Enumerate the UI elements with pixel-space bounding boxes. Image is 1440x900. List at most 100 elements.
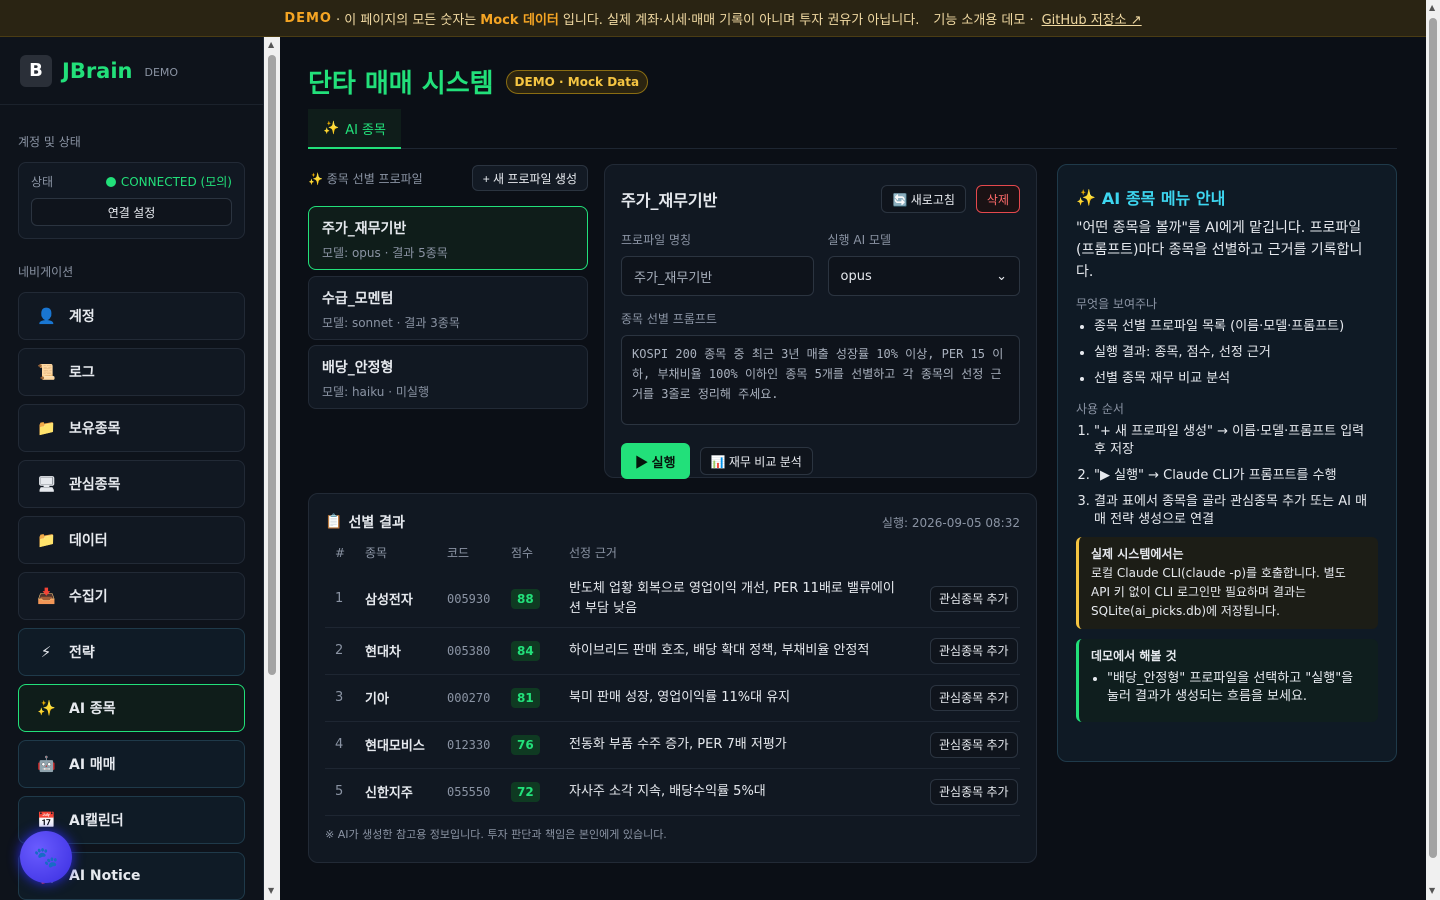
guide-what-list: 종목 선별 프로파일 목록 (이름·모델·프롬프트) 실행 결과: 종목, 점수… <box>1076 318 1378 388</box>
profile-item[interactable]: 수급_모멘텀 모델: sonnet · 결과 3종목 <box>308 276 588 340</box>
tab-ai-picks[interactable]: ✨ AI 종목 <box>308 109 401 149</box>
refresh-button[interactable]: 🔄 새로고침 <box>881 185 966 213</box>
table-row: 5 신한지주 055550 72 자사주 소각 지속, 배당수익률 5%대 관심… <box>325 768 1020 816</box>
editor-title: 주가_재무기반 <box>621 191 718 210</box>
list-item: "+ 새 프로파일 생성" → 이름·모델·프롬프트 입력 후 저장 <box>1094 423 1378 459</box>
run-button[interactable]: ▶ 실행 <box>621 443 690 479</box>
run-timestamp: 실행: 2026-09-05 08:32 <box>881 515 1020 530</box>
list-item: 종목 선별 프로파일 목록 (이름·모델·프롬프트) <box>1094 318 1378 336</box>
tab-bar: ✨ AI 종목 <box>308 109 1397 149</box>
add-watchlist-button[interactable]: 관심종목 추가 <box>930 684 1018 711</box>
real-system-note: 실제 시스템에서는 로컬 Claude CLI(claude -p)를 호출합니… <box>1076 537 1378 629</box>
col-header: 점수 <box>511 546 534 560</box>
profile-item[interactable]: 주가_재무기반 모델: opus · 결과 5종목 <box>308 206 588 270</box>
sidebar-item-log[interactable]: 📜 로그 <box>18 348 245 396</box>
delete-button[interactable]: 삭제 <box>975 185 1020 213</box>
list-item: 실행 결과: 종목, 점수, 선정 근거 <box>1094 344 1378 362</box>
guide-intro: "어떤 종목을 볼까"를 AI에게 맡깁니다. 프로파일(프롬프트)마다 종목을… <box>1076 220 1363 280</box>
score-badge: 81 <box>511 687 540 708</box>
add-watchlist-button[interactable]: 관심종목 추가 <box>930 637 1018 664</box>
score-badge: 88 <box>511 588 540 609</box>
sidebar-item-holdings[interactable]: 📁 보유종목 <box>18 404 245 452</box>
clipboard-icon: 📋 <box>325 514 343 530</box>
model-label: 실행 AI 모델 <box>827 233 892 247</box>
page-scrollbar[interactable]: ▲ ▼ <box>1426 0 1440 900</box>
list-item: "▶ 실행" → Claude CLI가 프롬프트를 수행 <box>1094 467 1378 485</box>
new-profile-button[interactable]: + 새 프로파일 생성 <box>471 165 588 191</box>
demo-badge: DEMO · Mock Data <box>505 69 649 94</box>
model-select[interactable]: opus ⌄ <box>827 256 1020 296</box>
sidebar-item-data[interactable]: 📁 데이터 <box>18 516 245 564</box>
sidebar-item-ai-picks[interactable]: ✨ AI 종목 <box>18 684 245 732</box>
banner-mock: Mock 데이터 <box>480 12 559 28</box>
disclaimer-note: ※ AI가 생성한 참고용 정보입니다. 투자 판단과 책임은 본인에게 있습니… <box>325 827 667 841</box>
folder-icon: 📁 <box>37 531 56 549</box>
guide-panel: ✨ AI 종목 메뉴 안내 "어떤 종목을 볼까"를 AI에게 맡깁니다. 프로파… <box>1057 164 1397 762</box>
demo-banner: DEMO · 이 페이지의 모든 숫자는 Mock 데이터 입니다. 실제 계좌… <box>0 0 1426 37</box>
status-card: 상태 CONNECTED (모의) 연결 설정 <box>18 162 245 239</box>
brand-logo: B <box>20 54 52 87</box>
scroll-up-icon[interactable]: ▲ <box>1429 3 1435 12</box>
add-watchlist-button[interactable]: 관심종목 추가 <box>930 778 1018 805</box>
section-label-nav: 네비게이션 <box>18 265 74 279</box>
profile-item[interactable]: 배당_안정형 모델: haiku · 미실행 <box>308 345 588 409</box>
folder-icon: 📁 <box>37 419 56 437</box>
table-row: 4 현대모비스 012330 76 전동화 부품 수주 증가, PER 7배 저… <box>325 721 1020 769</box>
guide-title: ✨ AI 종목 메뉴 안내 <box>1076 187 1226 209</box>
financial-compare-button[interactable]: 📊 재무 비교 분석 <box>699 447 813 475</box>
sidebar-item-ai-trading[interactable]: 🤖 AI 매매 <box>18 740 245 788</box>
sidebar-item-collector[interactable]: 📥 수집기 <box>18 572 245 620</box>
sparkles-icon: ✨ <box>37 699 56 717</box>
play-icon: ▶ <box>635 454 649 470</box>
profile-name-input[interactable]: 주가_재무기반 <box>621 256 814 296</box>
profiles-label: ✨ 종목 선별 프로파일 <box>308 171 423 186</box>
robot-icon: 🤖 <box>37 755 56 773</box>
inbox-icon: 📥 <box>37 587 56 605</box>
assistant-fab-button[interactable]: 🐾 <box>20 831 72 883</box>
scroll-down-icon[interactable]: ▼ <box>268 886 274 895</box>
col-header: # <box>335 545 346 560</box>
add-watchlist-button[interactable]: 관심종목 추가 <box>930 731 1018 758</box>
sparkles-icon: ✨ <box>1076 187 1096 207</box>
table-row: 1 삼성전자 005930 88 반도체 업황 회복으로 영업이익 개선, PE… <box>325 571 1020 628</box>
scroll-down-icon[interactable]: ▼ <box>1429 886 1435 895</box>
brand-name[interactable]: JBrain <box>62 59 133 83</box>
table-row: 3 기아 000270 81 북미 판매 성장, 영업이익률 11%대 유지 관… <box>325 674 1020 722</box>
table-row: 2 현대차 005380 84 하이브리드 판매 호조, 배당 확대 정책, 부… <box>325 627 1020 675</box>
banner-text-3: 기능 소개용 데모 · <box>933 12 1034 28</box>
guide-order-label: 사용 순서 <box>1076 402 1124 416</box>
banner-text: · 이 페이지의 모든 숫자는 <box>336 12 477 28</box>
connection-settings-button[interactable]: 연결 설정 <box>31 198 232 226</box>
page-scroll-thumb[interactable] <box>1429 18 1437 858</box>
guide-order-list: "+ 새 프로파일 생성" → 이름·모델·프롬프트 입력 후 저장 "▶ 실행… <box>1076 423 1378 529</box>
prompt-textarea[interactable]: KOSPI 200 종목 중 최근 3년 매출 성장률 10% 이상, PER … <box>621 335 1020 425</box>
sidebar-scroll-thumb[interactable] <box>268 55 276 675</box>
name-label: 프로파일 명칭 <box>621 233 692 247</box>
chevron-down-icon: ⌄ <box>996 268 1007 284</box>
lightning-icon: ⚡ <box>40 643 52 661</box>
user-icon: 👤 <box>37 307 56 325</box>
demo-try-note: 데모에서 해볼 것 "배당_안정형" 프로파일을 선택하고 "실행"을 눌러 결… <box>1076 639 1378 722</box>
nav-list: 👤 계정 📜 로그 📁 보유종목 🖥 관심종목 📁 데이터 📥 수집기 ⚡ 전략 ✨ AI 종목… <box>0 292 263 900</box>
col-header: 코드 <box>447 546 470 560</box>
scroll-up-icon[interactable]: ▲ <box>268 40 274 49</box>
sidebar-item-account[interactable]: 👤 계정 <box>18 292 245 340</box>
bar-chart-icon: 📊 <box>710 454 726 469</box>
brand: B JBrain DEMO <box>0 37 263 105</box>
sidebar-item-watchlist[interactable]: 🖥 관심종목 <box>18 460 245 508</box>
add-watchlist-button[interactable]: 관심종목 추가 <box>930 585 1018 612</box>
sidebar-item-strategy[interactable]: ⚡ 전략 <box>18 628 245 676</box>
main-content: 단타 매매 시스템 DEMO · Mock Data ✨ AI 종목 ✨ 종목 선… <box>280 37 1426 900</box>
score-badge: 72 <box>511 781 540 802</box>
sidebar-scrollbar[interactable]: ▲ ▼ <box>264 37 280 900</box>
profile-editor: 주가_재무기반 🔄 새로고침 삭제 프로파일 명칭 주가_재무기반 실행 AI … <box>604 164 1037 479</box>
results-panel: 📋 선별 결과 실행: 2026-09-05 08:32 # 종목 코드 점수 선… <box>308 493 1037 863</box>
prompt-label: 종목 선별 프롬프트 <box>621 312 717 326</box>
banner-demo-tag: DEMO <box>284 10 332 26</box>
scroll-icon: 📜 <box>37 363 56 381</box>
github-link[interactable]: GitHub 저장소 ↗ <box>1042 9 1142 28</box>
monitor-icon: 🖥 <box>37 475 57 493</box>
calendar-icon: 📅 <box>37 811 56 829</box>
score-badge: 76 <box>511 734 540 755</box>
list-item: 선별 종목 재무 비교 분석 <box>1094 370 1378 388</box>
